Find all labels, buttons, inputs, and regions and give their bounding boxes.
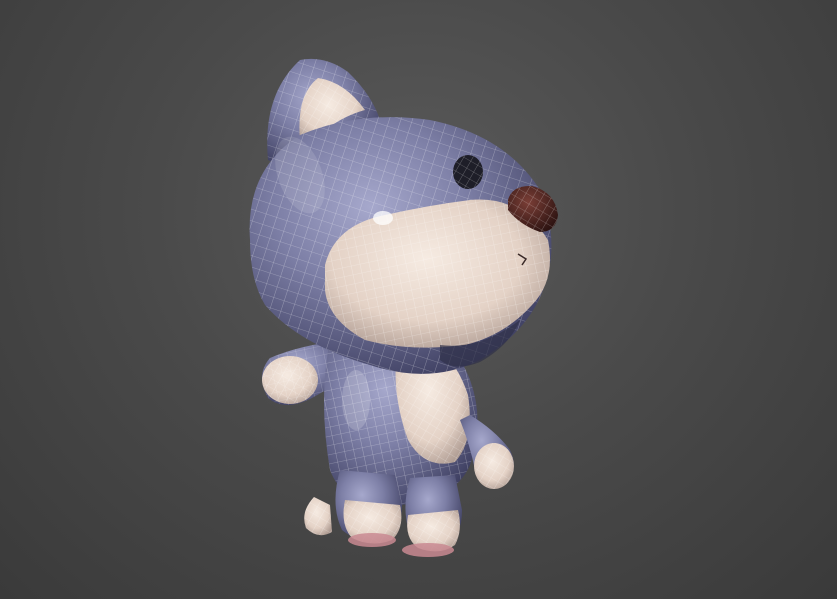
head[interactable] xyxy=(249,58,558,374)
right-leg[interactable] xyxy=(402,475,462,557)
tail[interactable] xyxy=(304,497,332,536)
specular-highlight xyxy=(373,211,393,225)
character-model[interactable] xyxy=(0,0,837,599)
left-leg[interactable] xyxy=(335,470,402,547)
3d-viewport[interactable] xyxy=(0,0,837,599)
